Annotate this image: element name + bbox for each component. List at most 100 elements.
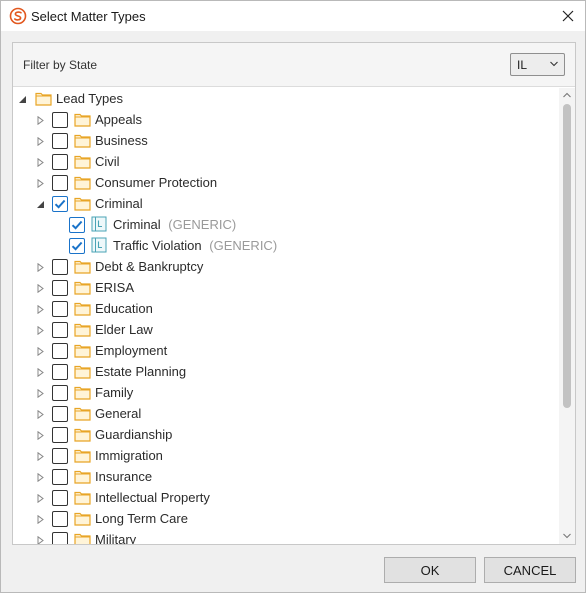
dialog-title: Select Matter Types (31, 9, 146, 24)
folder-icon (74, 427, 91, 442)
checkbox[interactable] (52, 469, 68, 485)
checkbox[interactable] (52, 343, 68, 359)
tree-item-label: Long Term Care (95, 511, 188, 526)
collapsed-arrow-icon[interactable] (35, 535, 46, 544)
checkbox[interactable] (52, 406, 68, 422)
tree-item-criminal[interactable]: Criminal (13, 194, 559, 215)
tree-item-label: Estate Planning (95, 364, 187, 379)
folder-icon (74, 343, 91, 358)
tree-item-education[interactable]: Education (13, 299, 559, 320)
expanded-arrow-icon[interactable] (17, 94, 28, 105)
collapsed-arrow-icon[interactable] (35, 493, 46, 504)
scroll-down-arrow-icon[interactable] (563, 533, 571, 539)
tree-item-label: Criminal (95, 196, 143, 211)
collapsed-arrow-icon[interactable] (35, 472, 46, 483)
scroll-up-arrow-icon[interactable] (563, 92, 571, 98)
collapsed-arrow-icon[interactable] (35, 430, 46, 441)
folder-icon (74, 511, 91, 526)
tree-item-consumer-protection[interactable]: Consumer Protection (13, 173, 559, 194)
tree-item-military[interactable]: Military (13, 530, 559, 544)
tree-child-traffic-violation[interactable]: Traffic Violation (GENERIC) (13, 236, 559, 257)
checkbox[interactable] (52, 280, 68, 296)
folder-icon (74, 469, 91, 484)
checkbox[interactable] (52, 427, 68, 443)
checkbox[interactable] (52, 490, 68, 506)
checkbox-checked[interactable] (52, 196, 68, 212)
scrollbar-thumb[interactable] (563, 104, 571, 408)
tree-item-elder-law[interactable]: Elder Law (13, 320, 559, 341)
collapsed-arrow-icon[interactable] (35, 388, 46, 399)
tree-root-lead-types[interactable]: Lead Types (13, 89, 559, 110)
tree-item-label: Debt & Bankruptcy (95, 259, 204, 274)
collapsed-arrow-icon[interactable] (35, 514, 46, 525)
tree-item-insurance[interactable]: Insurance (13, 467, 559, 488)
folder-icon (74, 301, 91, 316)
collapsed-arrow-icon[interactable] (35, 136, 46, 147)
tree-item-immigration[interactable]: Immigration (13, 446, 559, 467)
checkbox[interactable] (52, 364, 68, 380)
tree-item-intellectual-property[interactable]: Intellectual Property (13, 488, 559, 509)
tree-item-label: Family (95, 385, 134, 400)
folder-icon (35, 91, 52, 106)
checkbox[interactable] (52, 301, 68, 317)
checkbox[interactable] (52, 511, 68, 527)
checkbox[interactable] (52, 154, 68, 170)
checkbox[interactable] (52, 322, 68, 338)
checkbox[interactable] (52, 448, 68, 464)
tree-item-appeals[interactable]: Appeals (13, 110, 559, 131)
chevron-down-icon (550, 61, 558, 67)
matter-types-panel: Filter by State IL Lead Types Appeals Busi… (12, 42, 576, 545)
expanded-arrow-icon[interactable] (35, 199, 46, 210)
folder-icon (74, 133, 91, 148)
folder-icon (74, 532, 91, 544)
checkbox[interactable] (52, 133, 68, 149)
tree-child-label: Criminal (GENERIC) (113, 217, 237, 232)
checkbox-checked[interactable] (69, 238, 85, 254)
matter-type-icon (91, 237, 107, 253)
tree-item-long-term-care[interactable]: Long Term Care (13, 509, 559, 530)
tree-item-erisa[interactable]: ERISA (13, 278, 559, 299)
tree-item-label: Insurance (95, 469, 153, 484)
checkmark-icon (71, 241, 83, 251)
tree-child-criminal[interactable]: Criminal (GENERIC) (13, 215, 559, 236)
tree-item-guardianship[interactable]: Guardianship (13, 425, 559, 446)
tree-item-label: Guardianship (95, 427, 173, 442)
close-button[interactable] (551, 1, 585, 31)
tree-item-business[interactable]: Business (13, 131, 559, 152)
checkbox[interactable] (52, 532, 68, 544)
collapsed-arrow-icon[interactable] (35, 304, 46, 315)
checkbox-checked[interactable] (69, 217, 85, 233)
checkbox[interactable] (52, 385, 68, 401)
state-select-value: IL (517, 58, 528, 72)
collapsed-arrow-icon[interactable] (35, 409, 46, 420)
collapsed-arrow-icon[interactable] (35, 178, 46, 189)
tree-item-family[interactable]: Family (13, 383, 559, 404)
dialog-body: Filter by State IL Lead Types Appeals Busi… (1, 31, 585, 592)
tree-item-debt-bankruptcy[interactable]: Debt & Bankruptcy (13, 257, 559, 278)
collapsed-arrow-icon[interactable] (35, 346, 46, 357)
tree-item-estate-planning[interactable]: Estate Planning (13, 362, 559, 383)
tree-item-employment[interactable]: Employment (13, 341, 559, 362)
vertical-scrollbar[interactable] (559, 88, 575, 544)
collapsed-arrow-icon[interactable] (35, 115, 46, 126)
app-logo-icon (9, 7, 27, 25)
checkbox[interactable] (52, 175, 68, 191)
tree-item-label: Employment (95, 343, 168, 358)
collapsed-arrow-icon[interactable] (35, 367, 46, 378)
tree-item-general[interactable]: General (13, 404, 559, 425)
state-select[interactable]: IL (510, 53, 565, 76)
checkbox[interactable] (52, 259, 68, 275)
cancel-button[interactable]: CANCEL (484, 557, 576, 583)
collapsed-arrow-icon[interactable] (35, 262, 46, 273)
collapsed-arrow-icon[interactable] (35, 325, 46, 336)
tree-root-label: Lead Types (56, 91, 123, 106)
tree-item-civil[interactable]: Civil (13, 152, 559, 173)
collapsed-arrow-icon[interactable] (35, 157, 46, 168)
collapsed-arrow-icon[interactable] (35, 283, 46, 294)
ok-button[interactable]: OK (384, 557, 476, 583)
tree-item-label: Intellectual Property (95, 490, 210, 505)
collapsed-arrow-icon[interactable] (35, 451, 46, 462)
tree-item-label: ERISA (95, 280, 135, 295)
checkbox[interactable] (52, 112, 68, 128)
tree-item-label: General (95, 406, 142, 421)
